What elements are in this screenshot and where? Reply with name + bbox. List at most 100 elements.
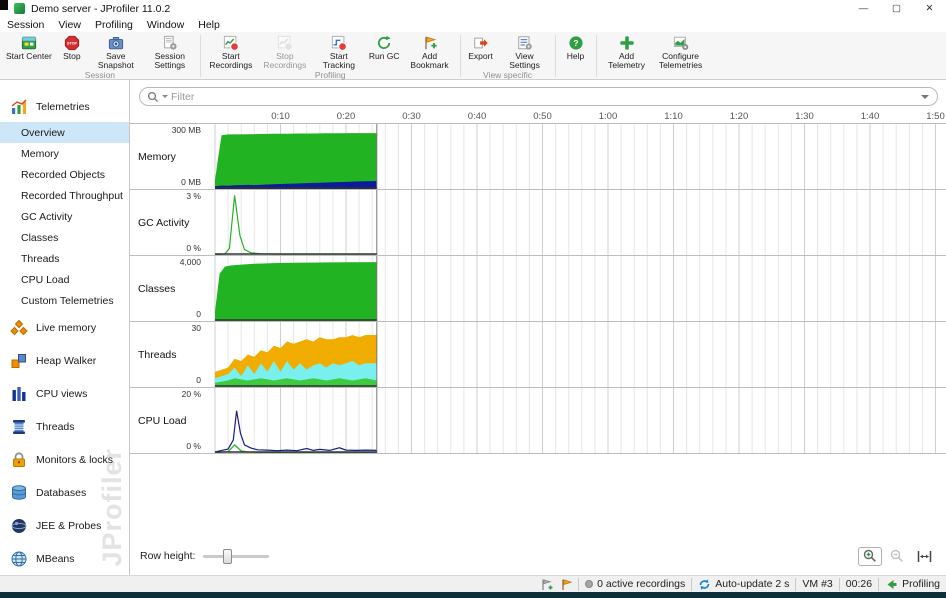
add-bookmark-button[interactable]: Add Bookmark bbox=[403, 33, 457, 70]
statusbar: 0 active recordings Auto-update 2 s VM #… bbox=[0, 575, 946, 592]
export-button[interactable]: Export bbox=[464, 33, 498, 61]
sidebar-section-heap-walker[interactable]: Heap Walker bbox=[0, 344, 129, 377]
fit-to-window-button[interactable] bbox=[912, 547, 936, 566]
session-settings-button[interactable]: Session Settings bbox=[143, 33, 197, 70]
run-gc-button[interactable]: Run GC bbox=[366, 33, 403, 61]
gc-activity-chart[interactable] bbox=[207, 190, 939, 255]
telemetry-row-threads[interactable]: 30 Threads 0 bbox=[130, 322, 946, 388]
cpu-load-chart[interactable] bbox=[207, 388, 939, 453]
row-label: Classes bbox=[138, 282, 176, 295]
view-settings-button[interactable]: View Settings bbox=[498, 33, 552, 70]
threads-chart[interactable] bbox=[207, 322, 939, 387]
zoom-controls bbox=[855, 546, 936, 566]
menu-view[interactable]: View bbox=[51, 19, 88, 31]
add-telemetry-button[interactable]: Add Telemetry bbox=[600, 33, 654, 70]
add-bookmark-flag-icon bbox=[542, 578, 553, 590]
menu-profiling[interactable]: Profiling bbox=[88, 19, 140, 31]
add-bookmark-status-button[interactable] bbox=[540, 578, 553, 591]
toolbar-group-label: View specific bbox=[483, 70, 533, 81]
sidebar-item-classes[interactable]: Classes bbox=[0, 227, 129, 248]
help-icon: ? bbox=[568, 36, 583, 50]
close-button[interactable]: ✕ bbox=[913, 0, 946, 17]
sidebar-section-telemetries[interactable]: Telemetries bbox=[0, 92, 129, 122]
sidebar-item-gc-activity[interactable]: GC Activity bbox=[0, 206, 129, 227]
app-icon bbox=[14, 3, 25, 14]
row-label: Memory bbox=[138, 150, 176, 163]
sidebar-item-memory[interactable]: Memory bbox=[0, 143, 129, 164]
sidebar-section-databases[interactable]: Databases bbox=[0, 476, 129, 509]
toolbar-separator bbox=[459, 35, 461, 77]
section-label: Heap Walker bbox=[36, 354, 97, 367]
bookmarks-button[interactable] bbox=[559, 578, 573, 591]
menu-session[interactable]: Session bbox=[0, 19, 51, 31]
save-snapshot-button[interactable]: Save Snapshot bbox=[89, 33, 143, 70]
button-label: Stop Recordings bbox=[263, 51, 307, 71]
time-tick: 0:30 bbox=[402, 111, 421, 122]
statusbar-divider bbox=[838, 577, 840, 591]
sidebar-item-custom-telemetries[interactable]: Custom Telemetries bbox=[0, 290, 129, 311]
minimize-button[interactable]: — bbox=[847, 0, 880, 17]
toolbar-group-label: Profiling bbox=[314, 70, 346, 81]
time-tick: 1:10 bbox=[664, 111, 683, 122]
row-height-slider-thumb[interactable] bbox=[223, 548, 233, 564]
toolbar-group-session: Start Center STOP Stop Save Snapshot Ses… bbox=[3, 33, 197, 81]
content: JProfiler Telemetries Overview Memory Re… bbox=[0, 80, 946, 575]
filter-input[interactable] bbox=[171, 90, 918, 103]
sidebar-section-threads[interactable]: Threads bbox=[0, 410, 129, 443]
menu-help[interactable]: Help bbox=[191, 19, 227, 31]
classes-chart[interactable] bbox=[207, 256, 939, 321]
telemetry-row-cpu-load[interactable]: 20 % CPU Load 0 % bbox=[130, 388, 946, 454]
sidebar-item-threads[interactable]: Threads bbox=[0, 248, 129, 269]
time-tick: 0:40 bbox=[467, 111, 487, 122]
threads-icon bbox=[13, 419, 25, 434]
screen-edge-strip bbox=[0, 592, 946, 598]
button-label: Export bbox=[468, 51, 493, 61]
menu-window[interactable]: Window bbox=[140, 19, 191, 31]
telemetry-row-classes[interactable]: 4,000 Classes 0 bbox=[130, 256, 946, 322]
section-label: Threads bbox=[36, 420, 75, 433]
window-controls: — ▢ ✕ bbox=[847, 0, 946, 17]
start-tracking-button[interactable]: Start Tracking bbox=[312, 33, 366, 70]
button-label: Start Tracking bbox=[322, 51, 355, 71]
stop-button[interactable]: STOP Stop bbox=[55, 33, 89, 61]
run-gc-icon bbox=[378, 35, 391, 49]
auto-update-label: Auto-update 2 s bbox=[715, 578, 790, 590]
zoom-out-icon bbox=[890, 549, 903, 562]
sidebar-section-jee-probes[interactable]: JEE & Probes bbox=[0, 509, 129, 542]
row-label: Threads bbox=[138, 348, 177, 361]
start-recordings-icon bbox=[223, 35, 239, 51]
filter-dropdown-caret-icon[interactable] bbox=[921, 94, 929, 99]
maximize-button[interactable]: ▢ bbox=[880, 0, 913, 17]
y-axis-min-label: 0 % bbox=[186, 243, 201, 253]
auto-update-control[interactable]: Auto-update 2 s bbox=[698, 578, 789, 591]
profiling-state-label: Profiling bbox=[902, 578, 940, 590]
time-tick: 1:00 bbox=[598, 111, 618, 122]
titlebar: Demo server - JProfiler 11.0.2 — ▢ ✕ bbox=[0, 0, 946, 17]
telemetry-row-gc-activity[interactable]: 3 % GC Activity 0 % bbox=[130, 190, 946, 256]
filter-options-caret-icon[interactable] bbox=[162, 95, 168, 98]
start-center-button[interactable]: Start Center bbox=[3, 33, 55, 61]
profiling-state: Profiling bbox=[885, 578, 940, 591]
sidebar-section-cpu-views[interactable]: CPU views bbox=[0, 377, 129, 410]
toolbar-group-label: Session bbox=[84, 70, 116, 81]
sidebar-item-recorded-throughput[interactable]: Recorded Throughput bbox=[0, 185, 129, 206]
start-recordings-button[interactable]: Start Recordings bbox=[204, 33, 258, 70]
time-tick: 1:20 bbox=[729, 111, 749, 122]
row-height-slider[interactable] bbox=[203, 548, 270, 564]
active-recordings-label: 0 active recordings bbox=[597, 578, 686, 590]
sidebar-section-monitors-locks[interactable]: Monitors & locks bbox=[0, 443, 129, 476]
memory-chart[interactable] bbox=[207, 124, 939, 189]
zoom-in-button[interactable] bbox=[858, 546, 882, 566]
sidebar-item-recorded-objects[interactable]: Recorded Objects bbox=[0, 164, 129, 185]
sidebar-item-cpu-load[interactable]: CPU Load bbox=[0, 269, 129, 290]
sidebar-section-live-memory[interactable]: Live memory bbox=[0, 311, 129, 344]
section-label: CPU views bbox=[36, 387, 88, 400]
section-label: Live memory bbox=[36, 321, 97, 334]
configure-telemetries-button[interactable]: Configure Telemetries bbox=[654, 33, 708, 70]
item-label: Recorded Throughput bbox=[21, 189, 123, 202]
timeline-header: 0:10 0:20 0:30 0:40 0:50 1:00 1:10 1:20 … bbox=[130, 108, 946, 124]
sidebar-section-mbeans[interactable]: MBeans bbox=[0, 542, 129, 575]
sidebar-item-overview[interactable]: Overview bbox=[0, 122, 129, 143]
help-button[interactable]: ? Help bbox=[559, 33, 593, 61]
telemetry-row-memory[interactable]: 300 MB Memory 0 MB bbox=[130, 124, 946, 190]
